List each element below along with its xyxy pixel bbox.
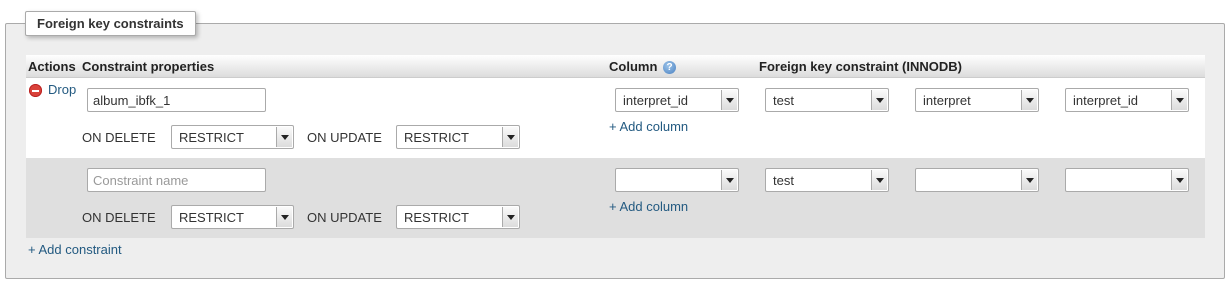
column-select[interactable] [615,168,739,192]
chevron-down-icon [276,127,292,147]
on-delete-label: ON DELETE [82,210,156,225]
table-row: Drop ON DELETE RESTRICT ON UPDATE RESTRI… [26,78,1205,158]
header-fk-constraint: Foreign key constraint (INNODB) [759,59,962,74]
column-select[interactable]: interpret_id [615,88,739,112]
on-delete-select[interactable]: RESTRICT [171,125,294,149]
header-column: Column [609,59,658,74]
chevron-down-icon [721,90,737,110]
add-column-link[interactable]: + Add column [609,119,688,134]
drop-link[interactable]: Drop [48,82,76,97]
chevron-down-icon [502,127,518,147]
drop-circle-icon[interactable] [29,84,42,97]
ref-column-select[interactable] [1065,168,1189,192]
header-actions: Actions [28,59,76,74]
on-delete-label: ON DELETE [82,130,156,145]
ref-database-select[interactable]: test [765,88,889,112]
chevron-down-icon [1021,170,1037,190]
chevron-down-icon [502,207,518,227]
chevron-down-icon [721,170,737,190]
add-column-link[interactable]: + Add column [609,199,688,214]
header-constraint-properties: Constraint properties [82,59,215,74]
on-delete-select[interactable]: RESTRICT [171,205,294,229]
constraint-name-input[interactable] [87,168,266,192]
ref-table-select[interactable]: interpret [915,88,1039,112]
ref-column-select[interactable]: interpret_id [1065,88,1189,112]
help-icon[interactable]: ? [663,61,676,74]
on-update-label: ON UPDATE [307,130,382,145]
fieldset-legend: Foreign key constraints [25,11,196,36]
table-header: Actions Constraint properties Column ? F… [26,55,1205,78]
chevron-down-icon [1021,90,1037,110]
chevron-down-icon [871,170,887,190]
constraint-name-input[interactable] [87,88,266,112]
on-update-select[interactable]: RESTRICT [396,205,520,229]
ref-table-select[interactable] [915,168,1039,192]
ref-database-select[interactable]: test [765,168,889,192]
on-update-select[interactable]: RESTRICT [396,125,520,149]
chevron-down-icon [276,207,292,227]
chevron-down-icon [1171,170,1187,190]
table-row: ON DELETE RESTRICT ON UPDATE RESTRICT + … [26,158,1205,238]
chevron-down-icon [871,90,887,110]
add-constraint-link[interactable]: + Add constraint [28,242,122,257]
on-update-label: ON UPDATE [307,210,382,225]
chevron-down-icon [1171,90,1187,110]
